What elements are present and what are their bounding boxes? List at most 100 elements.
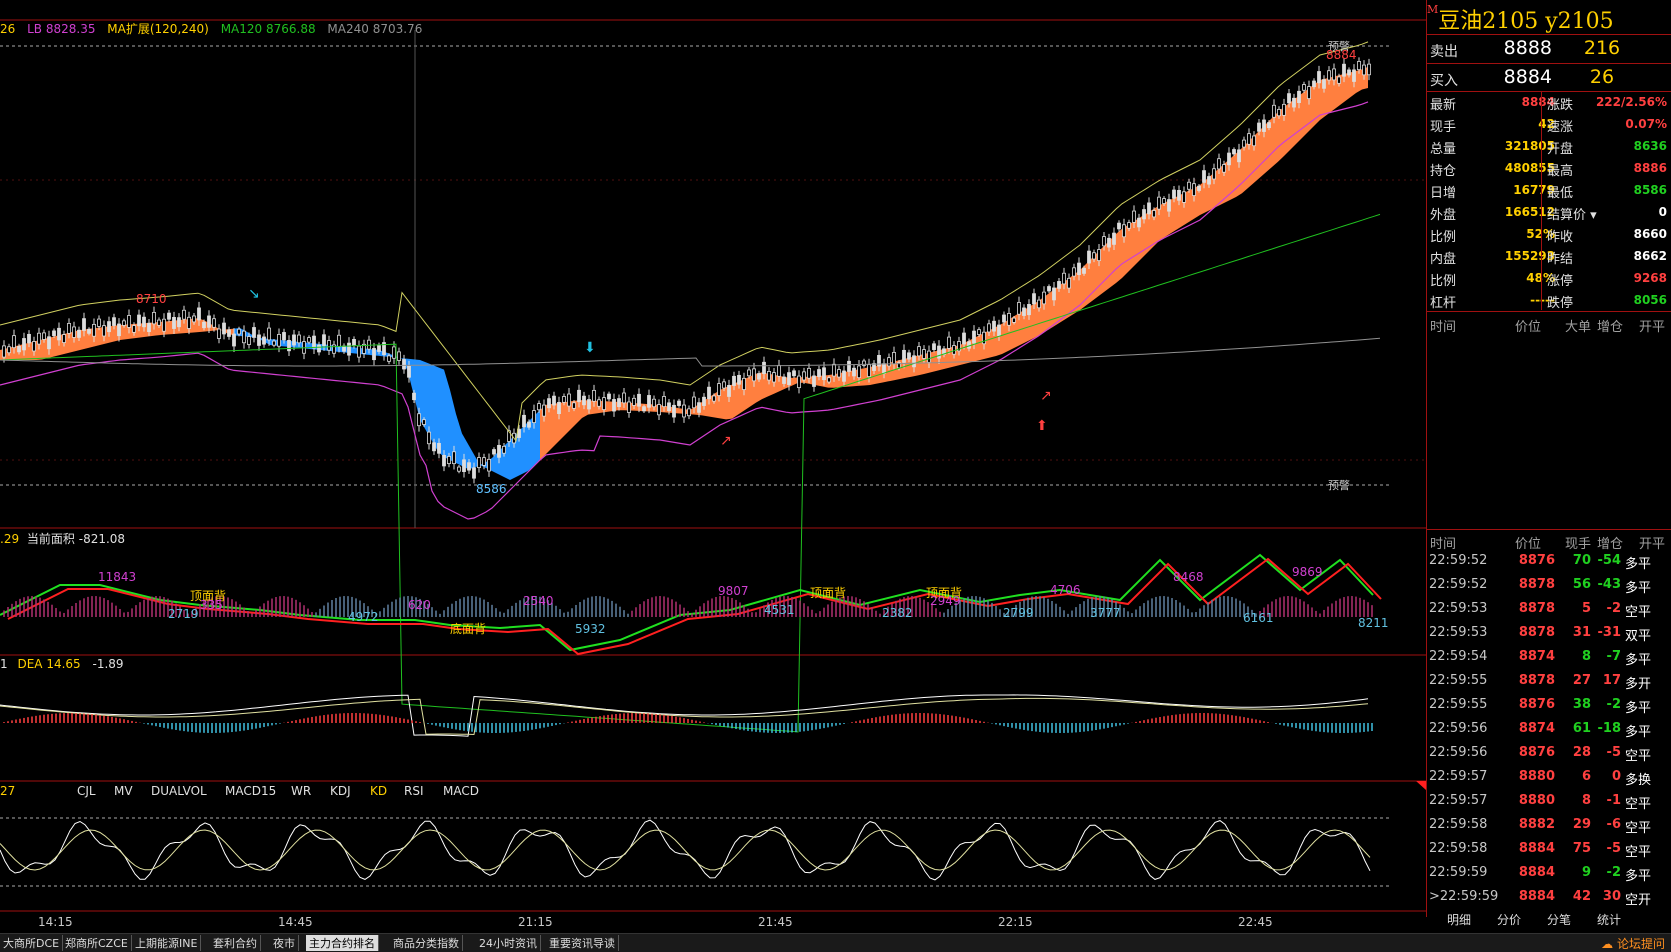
candle-body [722, 381, 726, 389]
tick-row: 22:59:56 8874 61 -18 多平 [1427, 721, 1671, 743]
indicator-tab-macd15[interactable]: MACD15 [225, 784, 276, 798]
trend-band-segment [1302, 89, 1308, 138]
candle-body [172, 317, 176, 329]
tick-price: 8880 [1518, 769, 1555, 784]
stat-value: 42 [1538, 117, 1555, 131]
candle-body [587, 399, 591, 410]
tick-row: 22:59:58 8882 29 -6 空平 [1427, 817, 1671, 839]
candle-body [412, 392, 416, 401]
bottom-tab[interactable]: 套利合约 [210, 935, 261, 951]
candle-body [402, 359, 406, 370]
indicator-tab-rsi[interactable]: RSI [404, 784, 424, 798]
indicator-tab-kd[interactable]: KD [370, 784, 387, 798]
detail-tab-1[interactable]: 分价 [1497, 911, 1521, 928]
candle-body [132, 325, 136, 333]
bottom-tab[interactable]: 夜市 [270, 935, 299, 951]
stat-label[interactable]: 结算价 ▾ [1547, 204, 1597, 223]
candle-body [777, 364, 781, 377]
tick-type: 空平 [1625, 605, 1652, 620]
trend-band-segment [732, 381, 738, 419]
candle-body [392, 346, 396, 359]
tick-time: 22:59:52 [1429, 553, 1488, 568]
candle-body [177, 317, 181, 328]
bid-row[interactable]: 买入 8884 26 [1427, 66, 1671, 90]
candle-body [207, 315, 211, 328]
candle-body [552, 395, 556, 406]
stat-label: 内盘 [1430, 252, 1457, 267]
signal-arrow-icon: ↘ [248, 286, 260, 302]
tick-time: 22:59:55 [1429, 697, 1488, 712]
contract-name: 豆油2105 y2105 [1438, 9, 1614, 34]
stat-label: 外盘 [1430, 208, 1457, 223]
candle-body [297, 334, 301, 344]
candle-body [1092, 252, 1096, 260]
bottom-tab[interactable]: 上期能源INE [132, 935, 202, 951]
bottom-tab[interactable]: 主力合约排名 [306, 935, 379, 951]
detail-tab-2[interactable]: 分笔 [1547, 911, 1571, 928]
indicator-tab-wr[interactable]: WR [291, 784, 311, 798]
tick-oi-change: 30 [1602, 889, 1621, 904]
candle-body [677, 400, 681, 406]
trend-band-segment [444, 369, 450, 460]
volume-label: 9807 [718, 584, 749, 598]
bid-volume: 26 [1589, 66, 1615, 88]
tick-time: 22:59:58 [1429, 841, 1488, 856]
candle-body [717, 383, 721, 396]
candle-body [672, 404, 676, 418]
stat-value: 52% [1526, 227, 1555, 241]
tick-row: 22:59:54 8874 8 -7 多平 [1427, 649, 1671, 671]
indicator-tab-macd[interactable]: MACD [443, 784, 479, 798]
candle-body [852, 367, 856, 377]
tick-time: 22:59:55 [1429, 673, 1488, 688]
forum-label: 论坛提问 [1616, 937, 1665, 951]
bottom-tab[interactable]: 24小时资讯 [476, 935, 541, 951]
candle-body [317, 344, 321, 353]
trend-band-segment [1140, 213, 1146, 260]
tick-oi-change: 0 [1611, 769, 1621, 784]
detail-tab-3[interactable]: 统计 [1597, 911, 1621, 928]
candle-body [122, 320, 126, 326]
trend-band-segment [606, 401, 612, 412]
candle-body [807, 367, 811, 379]
stat-label: 昨收 [1547, 230, 1574, 245]
candle-body [1067, 277, 1071, 289]
stat-value: ----- [1530, 293, 1555, 307]
stat-value: 8636 [1633, 139, 1667, 153]
candle-body [902, 349, 906, 363]
ask-row[interactable]: 卖出 8888 216 [1427, 37, 1671, 61]
tick-row: 22:59:53 8878 5 -2 空平 [1427, 601, 1671, 623]
indicator-tab-dualvol[interactable]: DUALVOL [151, 784, 207, 798]
bottom-tab[interactable]: 大商所DCE [0, 935, 64, 951]
lb-value: LB 8828.35 [27, 22, 96, 36]
candle-body [582, 395, 586, 406]
tick-time: 22:59:56 [1429, 745, 1488, 760]
time-axis-label: 14:45 [278, 915, 313, 929]
detail-tab-0[interactable]: 明细 [1447, 911, 1471, 928]
candle-body [167, 312, 171, 320]
tick-row: 22:59:59 8884 9 -2 多平 [1427, 865, 1671, 887]
candle-body [232, 333, 236, 347]
chart-canvas[interactable]: ↘ ⬇ ↗ ↗ ⬆ [0, 0, 1426, 917]
dea-value: DEA 14.65 [17, 657, 81, 671]
candle-body [767, 371, 771, 381]
bottom-tab[interactable]: 郑商所CZCE [62, 935, 132, 951]
candle-body [842, 370, 846, 382]
candle-body [812, 375, 816, 387]
candle-body [1147, 202, 1151, 215]
candle-body [292, 334, 296, 346]
candle-body [467, 462, 471, 471]
candle-body [747, 369, 751, 377]
chart-area[interactable]: ↘ ⬇ ↗ ↗ ⬆ 26 LB 8828.35 MA扩展(120,240) MA120 … [0, 0, 1426, 929]
indicator-tab-kdj[interactable]: KDJ [330, 784, 351, 798]
candle-body [1272, 104, 1276, 118]
indicator-tab-mv[interactable]: MV [114, 784, 133, 798]
bottom-tab[interactable]: 商品分类指数 [390, 935, 463, 951]
tick-volume: 8 [1581, 649, 1591, 664]
candle-body [707, 386, 711, 400]
volume-label: 2719 [168, 607, 199, 621]
tick-oi-change: -7 [1606, 649, 1621, 664]
indicator-tab-cjl[interactable]: CJL [77, 784, 96, 798]
forum-link[interactable]: ☁ 论坛提问 [1601, 935, 1665, 952]
bottom-tab[interactable]: 重要资讯导读 [546, 935, 619, 951]
candle-body [827, 377, 831, 383]
